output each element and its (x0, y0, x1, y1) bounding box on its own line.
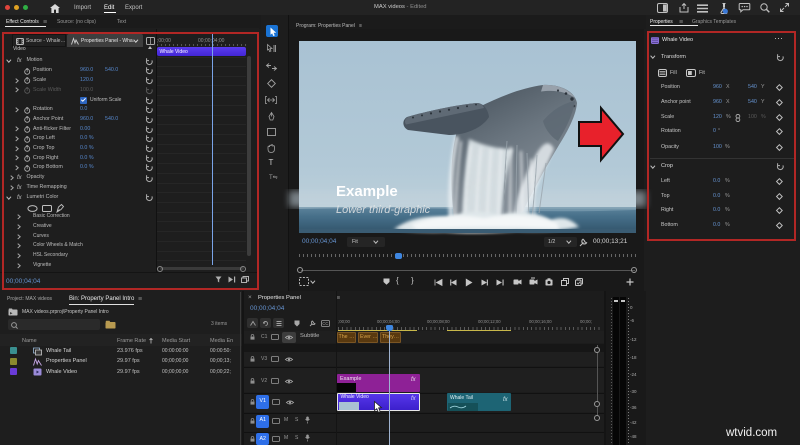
svg-text:Example: Example (336, 183, 398, 200)
svg-text:CC: CC (322, 321, 328, 326)
svg-text:Lower third-graphic: Lower third-graphic (336, 204, 431, 216)
